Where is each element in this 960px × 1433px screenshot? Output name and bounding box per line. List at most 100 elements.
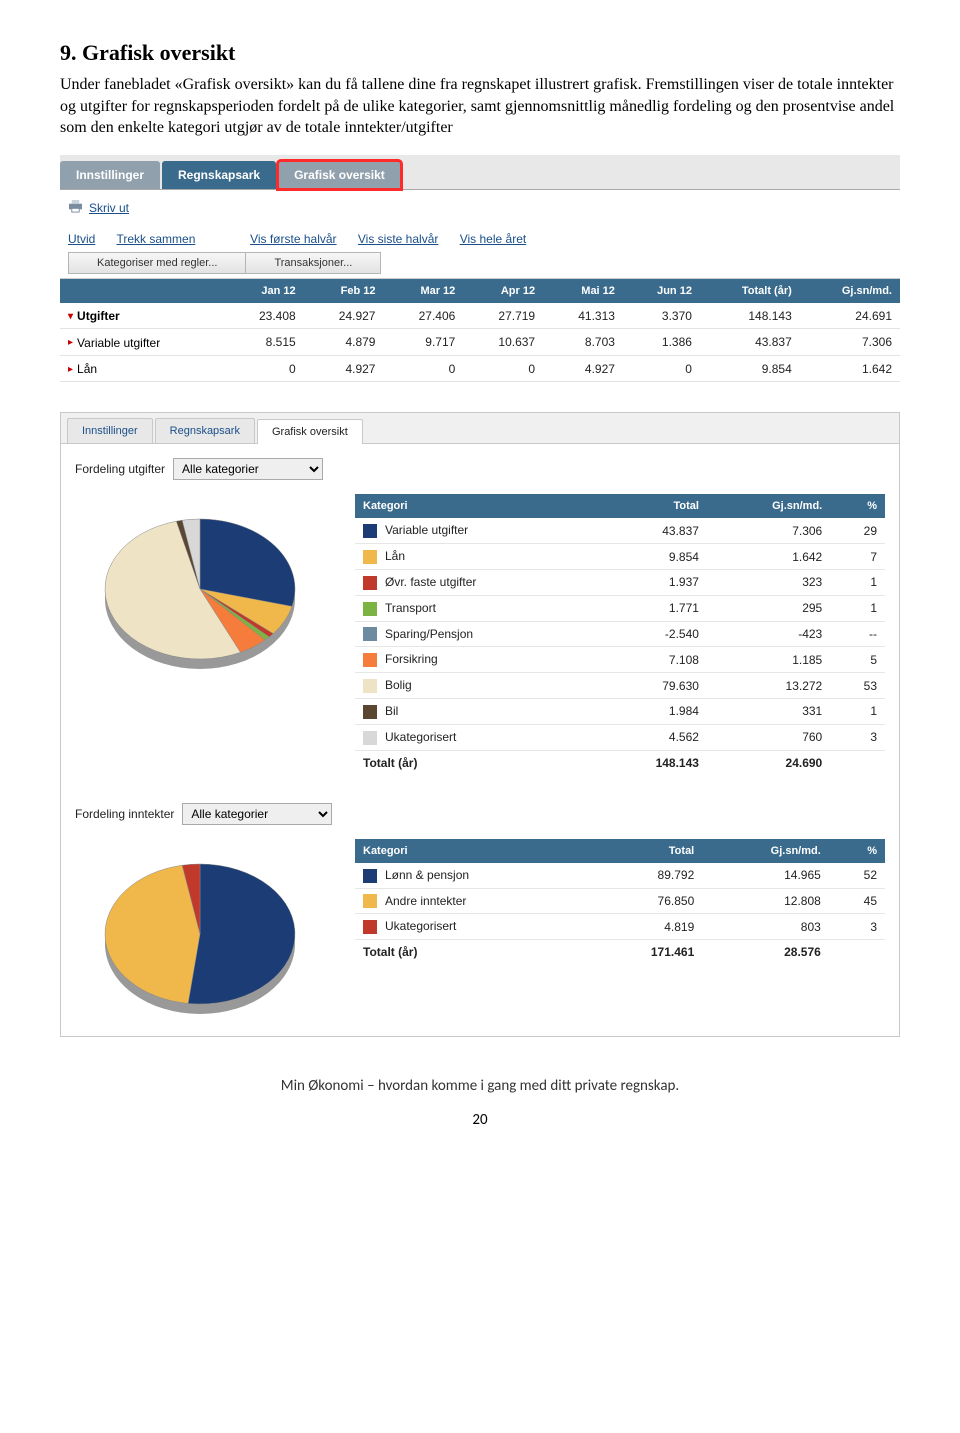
- cell: 1.984: [596, 699, 707, 725]
- label-fordeling-inntekter: Fordeling inntekter: [75, 807, 174, 821]
- col-header: Apr 12: [463, 279, 543, 303]
- cell: 7.306: [707, 518, 830, 543]
- table-row: Lån9.8541.6427: [355, 544, 885, 570]
- cell: 7: [830, 544, 885, 570]
- cell: 4.879: [304, 329, 384, 356]
- btn-kategoriser[interactable]: Kategoriser med regler...: [68, 252, 246, 274]
- cell: 1.642: [707, 544, 830, 570]
- section-utgifter: KategoriTotalGj.sn/md.% Variable utgifte…: [75, 494, 885, 774]
- table-row[interactable]: ▾ Utgifter23.40824.92727.40627.71941.313…: [60, 303, 900, 329]
- cell: 1.642: [800, 355, 900, 382]
- color-swatch: [363, 920, 377, 934]
- print-label: Skriv ut: [89, 201, 129, 215]
- table-row[interactable]: ▸ Lån04.927004.92709.8541.642: [60, 355, 900, 382]
- toolbar: Skriv ut Utvid Trekk sammen Vis første h…: [60, 190, 900, 279]
- color-swatch: [363, 627, 377, 641]
- cell: 24.691: [800, 303, 900, 329]
- cell: 148.143: [700, 303, 800, 329]
- link-utvid[interactable]: Utvid: [68, 232, 95, 246]
- cell: 9.854: [700, 355, 800, 382]
- table-row: Transport1.7712951: [355, 595, 885, 621]
- tab2-regnskapsark[interactable]: Regnskapsark: [155, 418, 255, 443]
- link-trekk-sammen[interactable]: Trekk sammen: [116, 232, 195, 246]
- color-swatch: [363, 602, 377, 616]
- cell: 27.406: [383, 303, 463, 329]
- cell: 76.850: [589, 888, 703, 914]
- color-swatch: [363, 576, 377, 590]
- color-swatch: [363, 731, 377, 745]
- tab-regnskapsark[interactable]: Regnskapsark: [162, 161, 276, 189]
- select-inntekter[interactable]: Alle kategorier: [182, 803, 332, 825]
- table-utgifter: KategoriTotalGj.sn/md.% Variable utgifte…: [355, 494, 885, 774]
- color-swatch: [363, 705, 377, 719]
- col-header: Kategori: [355, 494, 596, 518]
- color-swatch: [363, 869, 377, 883]
- regnskap-table: Jan 12Feb 12Mar 12Apr 12Mai 12Jun 12Tota…: [60, 279, 900, 383]
- cell: 29: [830, 518, 885, 543]
- cell: 8.515: [224, 329, 304, 356]
- table-row: Ukategorisert4.8198033: [355, 914, 885, 940]
- btn-transaksjoner[interactable]: Transaksjoner...: [245, 252, 381, 274]
- tab-grafisk-oversikt[interactable]: Grafisk oversikt: [278, 161, 401, 189]
- cell: 760: [707, 724, 830, 750]
- link-vis-siste[interactable]: Vis siste halvår: [358, 232, 438, 246]
- tab2-innstillinger[interactable]: Innstillinger: [67, 418, 153, 443]
- cell: -2.540: [596, 621, 707, 647]
- screenshot-grafisk-oversikt: Innstillinger Regnskapsark Grafisk overs…: [60, 412, 900, 1036]
- cell: 295: [707, 595, 830, 621]
- printer-icon: [68, 200, 83, 216]
- cell: 4.562: [596, 724, 707, 750]
- color-swatch: [363, 679, 377, 693]
- col-header: %: [829, 839, 885, 863]
- page-number: 20: [60, 1111, 900, 1129]
- cell: 323: [707, 569, 830, 595]
- total-row: Totalt (år)148.14324.690: [355, 750, 885, 775]
- expand-arrow-icon[interactable]: ▸: [68, 337, 73, 348]
- cell: 331: [707, 699, 830, 725]
- cell: 43.837: [596, 518, 707, 543]
- cell: 52: [829, 863, 885, 888]
- table-inntekter: KategoriTotalGj.sn/md.% Lønn & pensjon89…: [355, 839, 885, 964]
- cell: 3.370: [623, 303, 700, 329]
- label-fordeling-utgifter: Fordeling utgifter: [75, 462, 165, 476]
- print-link[interactable]: Skriv ut: [68, 200, 129, 216]
- col-header: Mar 12: [383, 279, 463, 303]
- cell: 13.272: [707, 673, 830, 699]
- table-row: Variable utgifter43.8377.30629: [355, 518, 885, 543]
- expand-arrow-icon[interactable]: ▸: [68, 364, 73, 375]
- tabs-bar: Innstillinger Regnskapsark Grafisk overs…: [60, 155, 900, 190]
- cell: 4.819: [589, 914, 703, 940]
- col-header: [60, 279, 224, 303]
- cell: 45: [829, 888, 885, 914]
- cell: 4.927: [543, 355, 623, 382]
- color-swatch: [363, 894, 377, 908]
- col-header: Jun 12: [623, 279, 700, 303]
- cell: 10.637: [463, 329, 543, 356]
- link-vis-hele[interactable]: Vis hele året: [460, 232, 527, 246]
- cell: 1.771: [596, 595, 707, 621]
- tab2-grafisk-oversikt[interactable]: Grafisk oversikt: [257, 419, 363, 444]
- table-row: Forsikring7.1081.1855: [355, 647, 885, 673]
- cell: 5: [830, 647, 885, 673]
- cell: 14.965: [702, 863, 829, 888]
- expand-arrow-icon[interactable]: ▾: [68, 311, 73, 322]
- cell: 3: [830, 724, 885, 750]
- cell: 3: [829, 914, 885, 940]
- col-header: Mai 12: [543, 279, 623, 303]
- table-row: Sparing/Pensjon-2.540-423--: [355, 621, 885, 647]
- col-header: Total: [596, 494, 707, 518]
- col-header: Feb 12: [304, 279, 384, 303]
- table-row[interactable]: ▸ Variable utgifter8.5154.8799.71710.637…: [60, 329, 900, 356]
- table-row: Bolig79.63013.27253: [355, 673, 885, 699]
- cell: 4.927: [304, 355, 384, 382]
- section-heading: 9. Grafisk oversikt: [60, 40, 900, 66]
- tab-innstillinger[interactable]: Innstillinger: [60, 161, 160, 189]
- cell: 12.808: [702, 888, 829, 914]
- color-swatch: [363, 550, 377, 564]
- intro-paragraph: Under fanebladet «Grafisk oversikt» kan …: [60, 74, 900, 139]
- table-row: Andre inntekter76.85012.80845: [355, 888, 885, 914]
- select-row-utgifter: Fordeling utgifter Alle kategorier: [75, 458, 885, 480]
- select-utgifter[interactable]: Alle kategorier: [173, 458, 323, 480]
- section-inntekter: KategoriTotalGj.sn/md.% Lønn & pensjon89…: [75, 839, 885, 1022]
- link-vis-forste[interactable]: Vis første halvår: [250, 232, 336, 246]
